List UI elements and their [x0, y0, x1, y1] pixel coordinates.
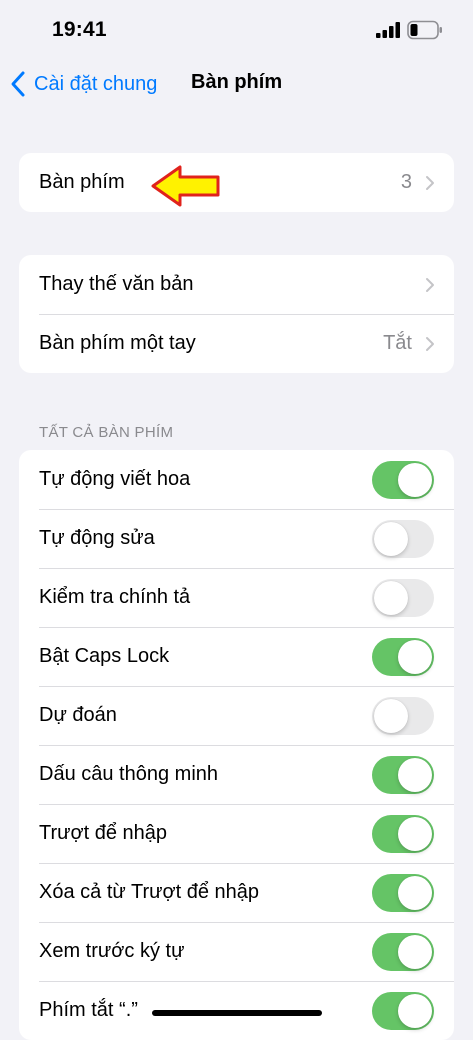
one-handed-keyboard-value: Tắt — [383, 332, 412, 354]
one-handed-keyboard-label: Bàn phím một tay — [39, 332, 196, 354]
setting-row-auto-correction: Tự động sửa — [19, 509, 454, 568]
setting-row-character-preview: Xem trước ký tự — [19, 922, 454, 981]
character-preview-toggle[interactable] — [372, 932, 434, 971]
status-time: 19:41 — [52, 18, 107, 41]
toggle-knob — [398, 816, 432, 851]
chevron-right-icon — [426, 336, 434, 351]
section-header-all-keyboards: TẤT CẢ BÀN PHÍM — [39, 424, 174, 441]
caps-lock-toggle[interactable] — [372, 637, 434, 676]
back-button[interactable]: Cài đặt chung — [10, 69, 157, 99]
smart-punctuation-toggle[interactable] — [372, 755, 434, 794]
setting-row-slide-to-type: Trượt để nhập — [19, 804, 454, 863]
all-keyboards-group: Tự động viết hoa Tự động sửa Kiểm tra ch… — [19, 450, 454, 1040]
toggle-knob — [374, 698, 408, 733]
chevron-right-icon — [426, 175, 434, 190]
status-bar: 19:41 — [0, 0, 473, 60]
chevron-left-icon — [11, 71, 25, 97]
setting-row-auto-capitalization: Tự động viết hoa — [19, 450, 454, 509]
toggle-knob — [398, 934, 432, 969]
setting-label: Bật Caps Lock — [39, 645, 170, 667]
setting-label: Dự đoán — [39, 704, 117, 726]
text-options-group: Thay thế văn bản Bàn phím một tay Tắt — [19, 255, 454, 373]
setting-row-delete-slide-to-type: Xóa cả từ Trượt để nhập — [19, 863, 454, 922]
auto-capitalization-toggle[interactable] — [372, 460, 434, 499]
toggle-knob — [398, 993, 432, 1028]
setting-label: Kiểm tra chính tả — [39, 586, 191, 608]
chevron-right-icon — [426, 277, 434, 292]
battery-icon — [407, 20, 442, 40]
predictive-toggle[interactable] — [372, 696, 434, 735]
keyboards-label: Bàn phím — [39, 171, 125, 193]
toggle-knob — [374, 580, 408, 615]
check-spelling-toggle[interactable] — [372, 578, 434, 617]
cellular-signal-icon — [376, 22, 400, 38]
text-replacement-row[interactable]: Thay thế văn bản — [19, 255, 454, 314]
one-handed-keyboard-row[interactable]: Bàn phím một tay Tắt — [19, 314, 454, 373]
setting-label: Dấu câu thông minh — [39, 763, 219, 785]
setting-row-caps-lock: Bật Caps Lock — [19, 627, 454, 686]
toggle-knob — [398, 639, 432, 674]
keyboards-row[interactable]: Bàn phím 3 — [19, 153, 454, 212]
setting-row-check-spelling: Kiểm tra chính tả — [19, 568, 454, 627]
toggle-knob — [398, 757, 432, 792]
keyboards-count: 3 — [400, 171, 412, 193]
setting-label: Trượt để nhập — [39, 822, 168, 844]
setting-label: Tự động sửa — [39, 527, 155, 549]
delete-slide-to-type-toggle[interactable] — [372, 873, 434, 912]
setting-label: Phím tắt “.” — [39, 999, 138, 1021]
setting-label: Xóa cả từ Trượt để nhập — [39, 881, 260, 903]
setting-label: Tự động viết hoa — [39, 468, 191, 490]
keyboards-group: Bàn phím 3 — [19, 153, 454, 212]
home-indicator[interactable] — [152, 1010, 322, 1016]
navigation-bar: Cài đặt chung Bàn phím — [0, 62, 473, 106]
slide-to-type-toggle[interactable] — [372, 814, 434, 853]
auto-correction-toggle[interactable] — [372, 519, 434, 558]
toggle-knob — [374, 521, 408, 556]
setting-row-predictive: Dự đoán — [19, 686, 454, 745]
annotation-arrow-icon — [151, 165, 220, 207]
setting-label: Xem trước ký tự — [39, 940, 185, 962]
toggle-knob — [398, 462, 432, 497]
setting-row-smart-punctuation: Dấu câu thông minh — [19, 745, 454, 804]
back-button-label: Cài đặt chung — [34, 72, 158, 95]
text-replacement-label: Thay thế văn bản — [39, 273, 194, 295]
page-title: Bàn phím — [191, 71, 283, 93]
toggle-knob — [398, 875, 432, 910]
